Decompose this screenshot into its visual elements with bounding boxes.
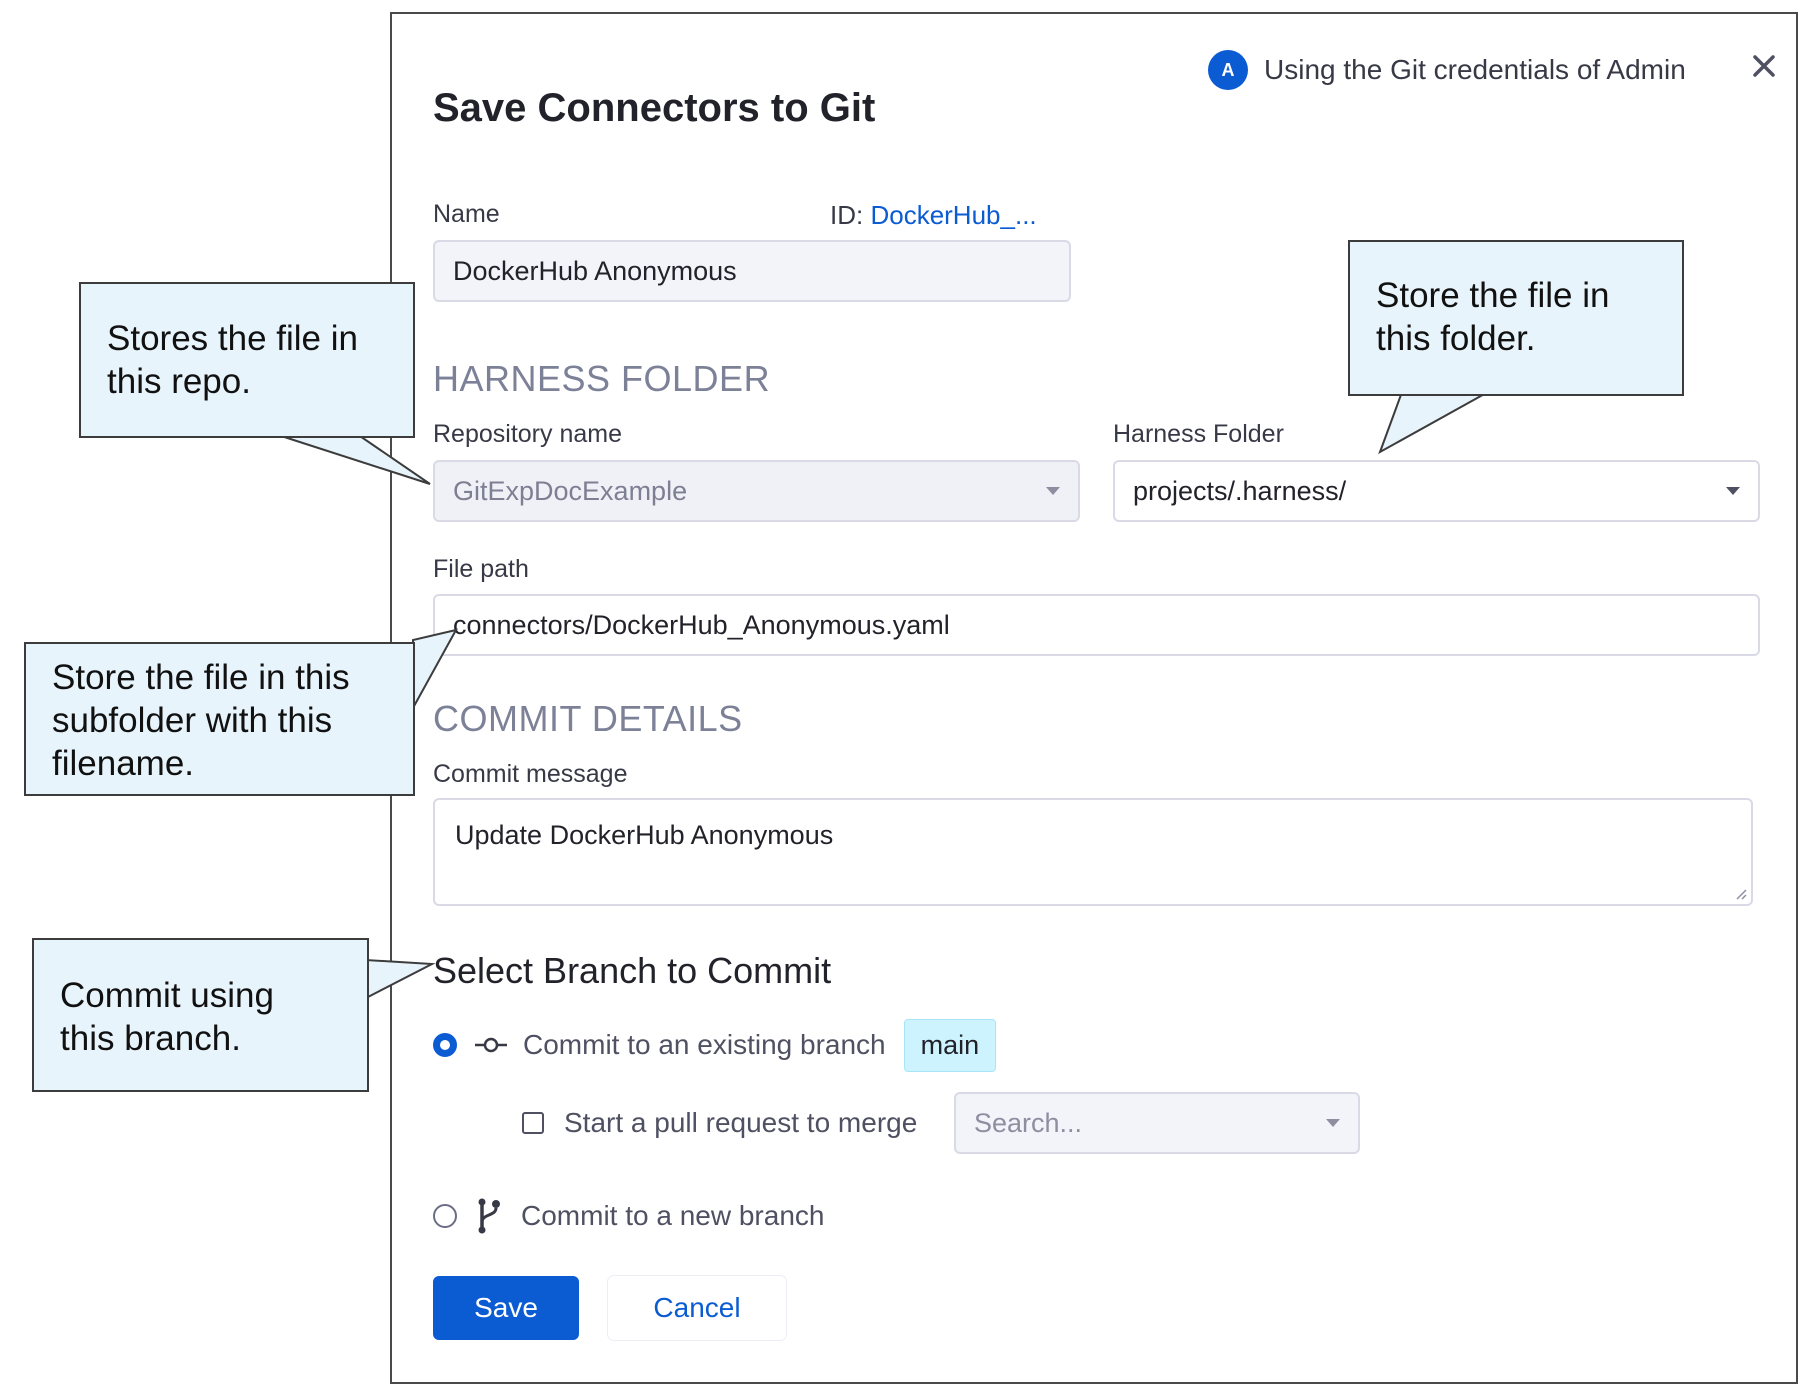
id-label: ID: bbox=[830, 200, 871, 230]
git-credentials-info: A Using the Git credentials of Admin bbox=[1208, 50, 1686, 90]
callout-folder: Store the file in this folder. bbox=[1348, 240, 1684, 396]
callout-folder-line: this folder. bbox=[1376, 319, 1536, 358]
repository-select-value: GitExpDocExample bbox=[453, 475, 688, 506]
repository-name-label: Repository name bbox=[433, 420, 622, 448]
save-button[interactable]: Save bbox=[433, 1276, 579, 1340]
name-input[interactable]: DockerHub Anonymous bbox=[433, 240, 1071, 302]
harness-folder-select[interactable]: projects/.harness/ bbox=[1113, 460, 1760, 522]
new-branch-option[interactable]: Commit to a new branch bbox=[433, 1196, 824, 1236]
new-branch-label: Commit to a new branch bbox=[521, 1200, 825, 1231]
chevron-down-icon bbox=[1326, 1119, 1340, 1127]
existing-branch-option[interactable]: Commit to an existing branch main bbox=[433, 1016, 997, 1074]
git-commit-icon bbox=[475, 1037, 507, 1053]
harness-folder-value: projects/.harness/ bbox=[1133, 475, 1347, 506]
file-path-label: File path bbox=[433, 555, 529, 583]
pull-request-label: Start a pull request to merge bbox=[564, 1107, 918, 1138]
select-branch-title: Select Branch to Commit bbox=[433, 950, 832, 991]
callout-file: Store the file in this subfolder with th… bbox=[24, 642, 415, 796]
commit-message-input[interactable]: Update DockerHub Anonymous bbox=[433, 798, 1753, 906]
existing-branch-label: Commit to an existing branch bbox=[523, 1029, 886, 1060]
name-label: Name bbox=[433, 200, 500, 228]
callout-branch-line: Commit using bbox=[60, 976, 274, 1015]
close-icon[interactable] bbox=[1750, 52, 1778, 80]
pull-request-option[interactable]: Start a pull request to merge bbox=[522, 1092, 917, 1154]
callout-repo-line: Stores the file in bbox=[107, 319, 358, 358]
connector-id: ID: DockerHub_... bbox=[830, 200, 1037, 231]
callout-file-line: subfolder with this bbox=[52, 701, 333, 740]
callout-file-line: filename. bbox=[52, 744, 195, 783]
callout-folder-line: Store the file in bbox=[1376, 276, 1610, 315]
harness-folder-label: Harness Folder bbox=[1113, 420, 1284, 448]
user-avatar: A bbox=[1208, 50, 1248, 90]
id-value[interactable]: DockerHub_... bbox=[870, 200, 1036, 230]
commit-message-value: Update DockerHub Anonymous bbox=[455, 820, 834, 850]
dialog-title: Save Connectors to Git bbox=[433, 86, 876, 130]
git-branch-icon bbox=[478, 1198, 500, 1234]
target-branch-placeholder: Search... bbox=[974, 1107, 1083, 1138]
new-branch-radio[interactable] bbox=[433, 1204, 457, 1228]
callout-repo-line: this repo. bbox=[107, 362, 251, 401]
file-path-input[interactable]: connectors/DockerHub_Anonymous.yaml bbox=[433, 594, 1760, 656]
name-input-value: DockerHub Anonymous bbox=[453, 255, 737, 286]
callout-repo: Stores the file in this repo. bbox=[79, 282, 415, 438]
repository-select[interactable]: GitExpDocExample bbox=[433, 460, 1080, 522]
cancel-button[interactable]: Cancel bbox=[608, 1276, 786, 1340]
callout-branch-line: this branch. bbox=[60, 1019, 241, 1058]
pull-request-checkbox[interactable] bbox=[522, 1112, 544, 1134]
harness-folder-heading: HARNESS FOLDER bbox=[433, 358, 771, 399]
commit-message-label: Commit message bbox=[433, 760, 628, 788]
resize-grip-icon[interactable] bbox=[1733, 886, 1747, 900]
existing-branch-radio[interactable] bbox=[433, 1033, 457, 1057]
commit-details-heading: COMMIT DETAILS bbox=[433, 698, 743, 739]
credentials-text: Using the Git credentials of Admin bbox=[1264, 54, 1686, 85]
chevron-down-icon bbox=[1046, 487, 1060, 495]
chevron-down-icon bbox=[1726, 487, 1740, 495]
callout-file-line: Store the file in this bbox=[52, 658, 350, 697]
file-path-value: connectors/DockerHub_Anonymous.yaml bbox=[453, 609, 950, 640]
callout-branch: Commit using this branch. bbox=[32, 938, 369, 1092]
target-branch-search[interactable]: Search... bbox=[954, 1092, 1360, 1154]
branch-chip[interactable]: main bbox=[903, 1018, 997, 1072]
